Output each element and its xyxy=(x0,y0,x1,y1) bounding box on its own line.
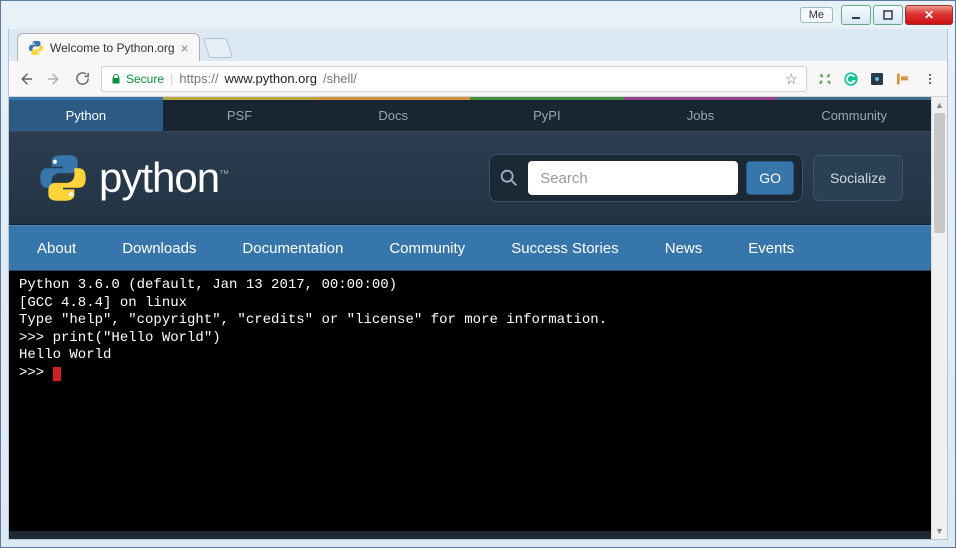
lock-icon xyxy=(110,73,122,85)
new-tab-button[interactable] xyxy=(202,38,232,58)
scroll-thumb[interactable] xyxy=(934,113,945,233)
secure-indicator: Secure xyxy=(110,72,164,86)
content-area: Python PSF Docs PyPI Jobs Community xyxy=(9,97,947,539)
terminal-line: Python 3.6.0 (default, Jan 13 2017, 00:0… xyxy=(19,277,397,293)
puzzle-ext-icon[interactable] xyxy=(869,71,885,87)
secure-label: Secure xyxy=(126,72,164,86)
chrome-menu-button[interactable] xyxy=(921,70,939,88)
reload-icon xyxy=(74,70,91,87)
maximize-icon xyxy=(883,10,893,20)
terminal-prompt: >>> xyxy=(19,365,53,381)
window-user-badge: Me xyxy=(800,7,833,23)
search-go-button[interactable]: GO xyxy=(746,161,794,195)
nav-events[interactable]: Events xyxy=(740,228,802,269)
extension-icons xyxy=(817,70,939,88)
topnav-pypi[interactable]: PyPI xyxy=(470,97,624,131)
terminal-line: Hello World xyxy=(19,347,111,363)
recycle-ext-icon[interactable] xyxy=(817,71,833,87)
back-button[interactable] xyxy=(17,70,35,88)
nav-about[interactable]: About xyxy=(29,228,84,269)
terminal-line: Type "help", "copyright", "credits" or "… xyxy=(19,312,607,328)
vertical-scrollbar[interactable]: ▲ ▼ xyxy=(931,97,947,539)
minimize-icon xyxy=(851,10,861,20)
kebab-icon xyxy=(923,72,937,86)
search-box: GO xyxy=(489,154,803,202)
tab-title: Welcome to Python.org xyxy=(50,41,175,55)
terminal-line: [GCC 4.8.4] on linux xyxy=(19,295,187,311)
nav-news[interactable]: News xyxy=(657,228,711,269)
url-host: www.python.org xyxy=(224,71,317,86)
search-area: GO Socialize xyxy=(489,154,903,202)
window-frame: Me ✕ Welcome to Python.org × xyxy=(0,0,956,548)
nav-community[interactable]: Community xyxy=(381,228,473,269)
browser-chrome: Welcome to Python.org × Secure | htt xyxy=(8,29,948,540)
site-top-nav: Python PSF Docs PyPI Jobs Community xyxy=(9,97,931,131)
reload-button[interactable] xyxy=(73,70,91,88)
window-close-button[interactable]: ✕ xyxy=(905,5,953,25)
nav-success-stories[interactable]: Success Stories xyxy=(503,228,627,269)
python-favicon-icon xyxy=(28,40,44,56)
window-titlebar: Me ✕ xyxy=(1,1,955,29)
search-icon xyxy=(498,167,520,189)
url-scheme: https:// xyxy=(179,71,218,86)
socialize-button[interactable]: Socialize xyxy=(813,155,903,201)
nav-downloads[interactable]: Downloads xyxy=(114,228,204,269)
address-bar[interactable]: Secure | https://www.python.org/shell/ ☆ xyxy=(101,66,807,92)
window-minimize-button[interactable] xyxy=(841,5,871,25)
forward-button[interactable] xyxy=(45,70,63,88)
python-logo[interactable]: python™ xyxy=(37,152,228,204)
nav-documentation[interactable]: Documentation xyxy=(234,228,351,269)
python-shell-terminal[interactable]: Python 3.6.0 (default, Jan 13 2017, 00:0… xyxy=(9,271,931,531)
arrow-right-icon xyxy=(45,70,63,88)
topnav-jobs[interactable]: Jobs xyxy=(624,97,778,131)
browser-toolbar: Secure | https://www.python.org/shell/ ☆ xyxy=(9,61,947,97)
topnav-docs[interactable]: Docs xyxy=(316,97,470,131)
topnav-psf[interactable]: PSF xyxy=(163,97,317,131)
saw-ext-icon[interactable] xyxy=(895,71,911,87)
logo-text: python™ xyxy=(99,154,228,202)
topnav-community[interactable]: Community xyxy=(777,97,931,131)
page-body: Python PSF Docs PyPI Jobs Community xyxy=(9,97,931,539)
browser-tab[interactable]: Welcome to Python.org × xyxy=(17,33,200,61)
close-icon: ✕ xyxy=(924,8,934,22)
topnav-python[interactable]: Python xyxy=(9,97,163,131)
tab-strip: Welcome to Python.org × xyxy=(9,29,947,61)
main-nav: About Downloads Documentation Community … xyxy=(9,225,931,271)
window-maximize-button[interactable] xyxy=(873,5,903,25)
arrow-left-icon xyxy=(17,70,35,88)
terminal-cursor xyxy=(53,367,61,381)
grammarly-ext-icon[interactable] xyxy=(843,71,859,87)
tab-close-button[interactable]: × xyxy=(181,40,189,56)
url-path: /shell/ xyxy=(323,71,357,86)
hero-bar: python™ GO Socialize xyxy=(9,131,931,225)
bookmark-button[interactable]: ☆ xyxy=(785,70,798,88)
scroll-down-button[interactable]: ▼ xyxy=(932,523,947,539)
terminal-line: >>> print("Hello World") xyxy=(19,330,221,346)
scroll-up-button[interactable]: ▲ xyxy=(932,97,947,113)
python-logo-icon xyxy=(37,152,89,204)
search-input[interactable] xyxy=(528,161,738,195)
